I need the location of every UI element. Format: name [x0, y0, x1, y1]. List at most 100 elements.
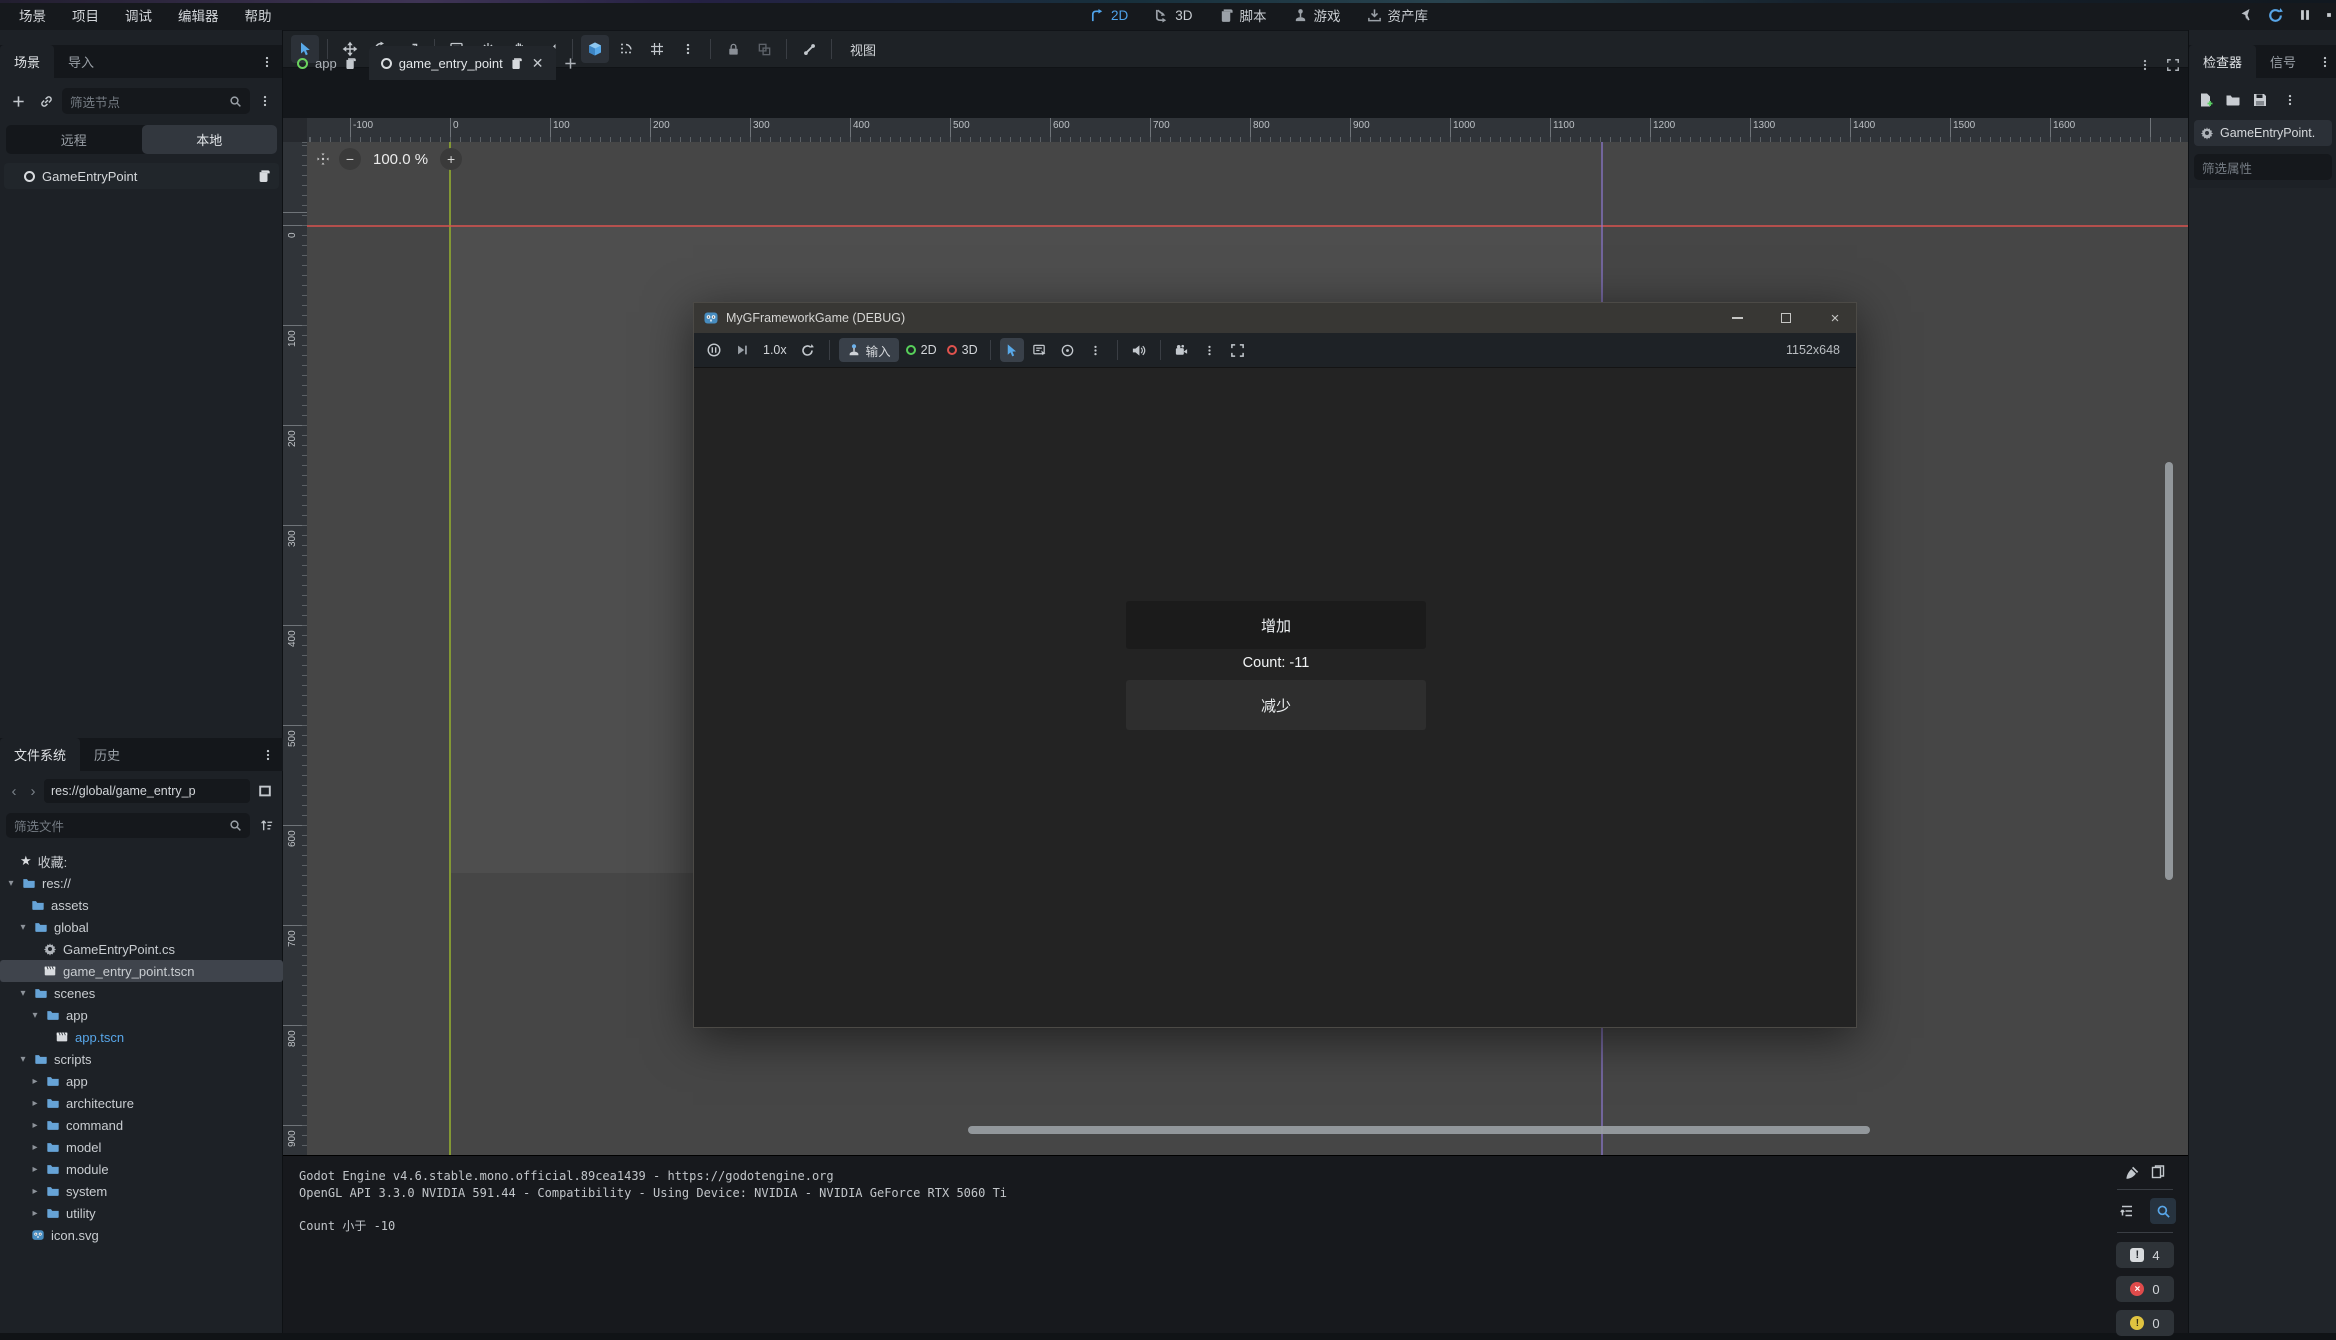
mute-audio-icon[interactable]: [1127, 338, 1151, 362]
tab-signals[interactable]: 信号: [2256, 45, 2310, 78]
menu-scene[interactable]: 场景: [6, 0, 59, 30]
camera-2d-toggle[interactable]: 2D: [903, 338, 940, 362]
fs-dock-menu-icon[interactable]: [257, 744, 279, 766]
new-scene-tab-button[interactable]: [556, 46, 586, 80]
instance-scene-button[interactable]: [34, 89, 58, 113]
fs-path-field[interactable]: res://global/game_entry_p: [44, 779, 250, 803]
zoom-out-button[interactable]: −: [339, 148, 361, 170]
stop-game-icon[interactable]: [2326, 8, 2332, 22]
restart-game-icon[interactable]: [2267, 7, 2284, 24]
speed-multiplier[interactable]: 1.0x: [758, 343, 792, 357]
add-node-button[interactable]: [6, 89, 30, 113]
chevron-down-icon[interactable]: ▾: [6, 878, 16, 889]
center-view-icon[interactable]: [315, 151, 331, 167]
tree-item-architecture[interactable]: ▸ architecture: [0, 1092, 283, 1114]
zoom-percent[interactable]: 100.0 %: [369, 151, 432, 168]
chevron-right-icon[interactable]: ▸: [30, 1120, 40, 1131]
attached-script-icon[interactable]: [257, 169, 271, 183]
switcher-game[interactable]: 游戏: [1293, 5, 1341, 25]
increase-button[interactable]: 增加: [1126, 601, 1426, 649]
2d-canvas[interactable]: − 100.0 % + MyGFrameworkGame (DEBUG) × 1…: [307, 142, 2188, 1155]
scene-dock-menu-icon[interactable]: [256, 51, 278, 73]
forward-icon[interactable]: ›: [25, 783, 41, 800]
chevron-right-icon[interactable]: ▸: [30, 1208, 40, 1219]
tree-item-utility[interactable]: ▸ utility: [0, 1202, 283, 1224]
tab-filesystem[interactable]: 文件系统: [0, 738, 80, 771]
edited-resource-button[interactable]: GameEntryPoint.: [2194, 120, 2332, 146]
scene-tree-menu-icon[interactable]: [254, 90, 276, 112]
tree-item-global[interactable]: ▾ global: [0, 916, 283, 938]
zoom-in-button[interactable]: +: [440, 148, 462, 170]
chevron-down-icon[interactable]: ▾: [18, 1054, 28, 1065]
camera-options-icon[interactable]: [1198, 338, 1222, 362]
scene-tab-app[interactable]: app: [285, 46, 369, 80]
collapse-duplicates-icon[interactable]: [2114, 1198, 2140, 1224]
save-resource-icon[interactable]: [2252, 92, 2268, 108]
switcher-script[interactable]: 脚本: [1219, 5, 1267, 25]
tab-scene-dock[interactable]: 场景: [0, 45, 54, 78]
error-count-badge[interactable]: × 0: [2116, 1276, 2174, 1302]
tree-item-game-entry-point-tscn[interactable]: game_entry_point.tscn: [0, 960, 283, 982]
chevron-down-icon[interactable]: ▾: [18, 922, 28, 933]
menu-debug[interactable]: 调试: [112, 0, 165, 30]
search-output-icon[interactable]: [2150, 1198, 2176, 1224]
switcher-assetlib[interactable]: 资产库: [1367, 5, 1429, 25]
inspector-dock-menu-icon[interactable]: [2314, 51, 2336, 73]
tree-item-scripts[interactable]: ▾ scripts: [0, 1048, 283, 1070]
tree-item-gameentrypoint-cs[interactable]: GameEntryPoint.cs: [0, 938, 283, 960]
close-icon[interactable]: ×: [1814, 303, 1856, 333]
minimize-icon[interactable]: [1716, 303, 1758, 333]
inspector-menu-icon[interactable]: [2279, 89, 2301, 111]
game-window-titlebar[interactable]: MyGFrameworkGame (DEBUG) ×: [694, 303, 1856, 333]
tree-item-system[interactable]: ▸ system: [0, 1180, 283, 1202]
tab-history[interactable]: 历史: [80, 738, 134, 771]
tree-item-res[interactable]: ▾ res://: [0, 872, 283, 894]
pause-game-icon[interactable]: [2298, 8, 2312, 22]
fullscreen-icon[interactable]: [1226, 338, 1250, 362]
tree-item-icon-svg[interactable]: icon.svg: [0, 1224, 283, 1246]
remote-tab[interactable]: 远程: [6, 125, 142, 154]
next-frame-icon[interactable]: [730, 338, 754, 362]
restart-icon[interactable]: [796, 338, 820, 362]
menu-editor[interactable]: 编辑器: [165, 0, 232, 30]
suspend-icon[interactable]: [702, 338, 726, 362]
tree-item-app-folder[interactable]: ▾ app: [0, 1004, 283, 1026]
chevron-down-icon[interactable]: ▾: [18, 988, 28, 999]
expand-editor-icon[interactable]: [2166, 58, 2180, 72]
tree-item-scripts-app[interactable]: ▸ app: [0, 1070, 283, 1092]
chevron-right-icon[interactable]: ▸: [30, 1186, 40, 1197]
tree-item-module[interactable]: ▸ module: [0, 1158, 283, 1180]
camera-3d-toggle[interactable]: 3D: [944, 338, 981, 362]
new-resource-icon[interactable]: [2198, 92, 2214, 108]
warning-count-badge[interactable]: ! 0: [2116, 1310, 2174, 1336]
canvas-hscrollbar[interactable]: [968, 1126, 1870, 1134]
load-resource-icon[interactable]: [2225, 92, 2241, 108]
filter-nodes-input[interactable]: 筛选节点: [62, 88, 250, 114]
tree-item-command[interactable]: ▸ command: [0, 1114, 283, 1136]
filter-properties-input[interactable]: 筛选属性: [2194, 154, 2332, 180]
scene-tab-game-entry-point[interactable]: game_entry_point ✕: [369, 46, 556, 80]
maximize-icon[interactable]: [1765, 303, 1807, 333]
tabstrip-menu-icon[interactable]: [2138, 58, 2152, 72]
tree-item-model[interactable]: ▸ model: [0, 1136, 283, 1158]
switcher-2d[interactable]: 2D: [1090, 8, 1128, 23]
selection-options-icon[interactable]: [1084, 338, 1108, 362]
sort-files-icon[interactable]: [255, 814, 277, 836]
list-select-icon[interactable]: [1028, 338, 1052, 362]
tree-favorites[interactable]: ★ 收藏:: [0, 850, 283, 872]
focus-node-icon[interactable]: [1056, 338, 1080, 362]
pick-node-tool[interactable]: [1000, 338, 1024, 362]
tree-item-assets[interactable]: assets: [0, 894, 283, 916]
decrease-button[interactable]: 减少: [1126, 680, 1426, 730]
chevron-down-icon[interactable]: ▾: [30, 1010, 40, 1021]
menu-project[interactable]: 项目: [59, 0, 112, 30]
local-tab[interactable]: 本地: [142, 125, 278, 154]
clear-output-icon[interactable]: [2124, 1165, 2140, 1181]
tab-import-dock[interactable]: 导入: [54, 45, 108, 78]
game-window[interactable]: MyGFrameworkGame (DEBUG) × 1.0x 输入: [693, 302, 1857, 1028]
chevron-right-icon[interactable]: ▸: [30, 1098, 40, 1109]
output-log[interactable]: Godot Engine v4.6.stable.mono.official.8…: [299, 1168, 2098, 1234]
copy-output-icon[interactable]: [2150, 1165, 2166, 1181]
input-toggle[interactable]: 输入: [839, 338, 899, 362]
chevron-right-icon[interactable]: ▸: [30, 1076, 40, 1087]
